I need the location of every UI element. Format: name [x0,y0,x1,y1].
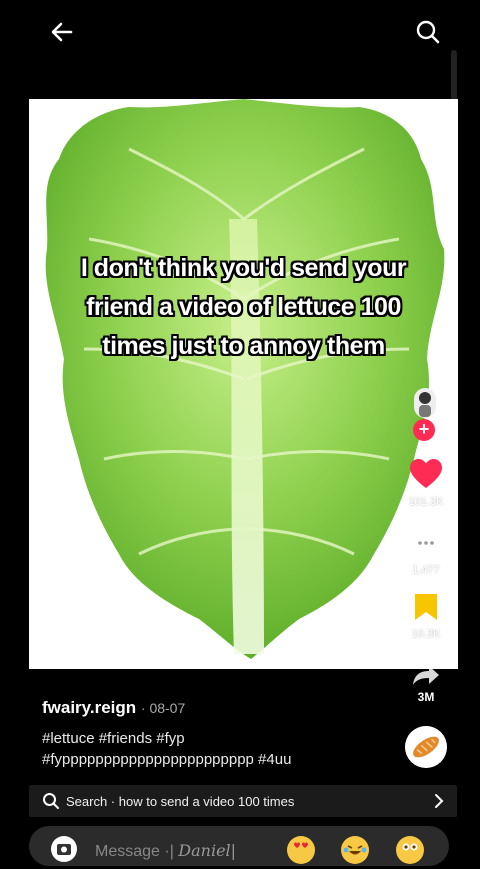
like-button[interactable]: 101.3K [398,458,454,508]
hashtag-line[interactable]: #lettuce #friends #fyp [42,728,402,749]
caption-line: I don't think you'd send your [80,254,407,282]
video-player[interactable]: I don't think you'd send your friend a v… [29,99,458,669]
video-caption-overlay: I don't think you'd send your friend a v… [29,249,458,366]
like-count: 101.3K [408,496,444,508]
follow-button[interactable]: + [413,419,435,441]
caption-line: friend a video of lettuce 100 [86,293,401,321]
post-date: · 08-07 [140,700,186,716]
avatar-figure-icon [419,392,431,417]
search-suggestion-bar[interactable]: Search · how to send a video 100 times [29,785,457,817]
search-button[interactable] [412,16,444,48]
save-button[interactable]: 10.3K [398,592,454,640]
arrow-left-icon [51,22,73,42]
chevron-right-icon [435,794,444,808]
sound-disc[interactable] [405,726,447,768]
message-placeholder: Message ·| [95,843,179,860]
avatar[interactable] [414,388,436,418]
comment-count: 1,477 [412,564,440,576]
camera-icon [57,844,71,855]
comment-button[interactable]: 1,477 [398,530,454,576]
comment-bubble-icon [412,532,440,556]
share-arrow-icon [413,666,439,685]
top-bar [0,0,480,64]
bookmark-icon [415,594,437,620]
signature-text: Daniel| [178,841,237,860]
camera-button[interactable] [51,836,77,862]
flushed-emoji-button[interactable] [396,836,424,864]
lettuce-image [45,99,445,659]
post-info: fwairy.reign · 08-07 #lettuce #friends #… [42,698,402,770]
save-count: 10.3K [411,628,441,640]
author-name[interactable]: fwairy.reign [42,698,136,717]
caption-line: times just to annoy them [102,332,385,360]
search-icon [43,793,59,809]
hashtag-line[interactable]: #fyppppppppppppppppppppppp #4uu [42,749,402,770]
search-suggestion-text: Search · how to send a video 100 times [66,793,295,809]
heart-eyes-emoji-button[interactable] [287,836,315,864]
heart-icon [410,459,442,488]
bread-icon [405,726,447,768]
share-button[interactable] [398,664,454,691]
share-count: 3M [417,690,435,704]
post-caption: #lettuce #friends #fyp #fypppppppppppppp… [42,728,402,770]
search-icon [416,20,440,44]
laughing-tears-emoji-icon [343,845,367,855]
back-button[interactable] [46,16,78,48]
flushed-emoji-icon [402,843,418,851]
heart-eyes-emoji-icon [294,842,308,848]
message-input[interactable]: Message ·| Daniel| [95,841,236,861]
laughing-emoji-button[interactable] [341,836,369,864]
author-row: fwairy.reign · 08-07 [42,698,402,718]
message-bar[interactable]: Message ·| Daniel| [29,826,449,866]
